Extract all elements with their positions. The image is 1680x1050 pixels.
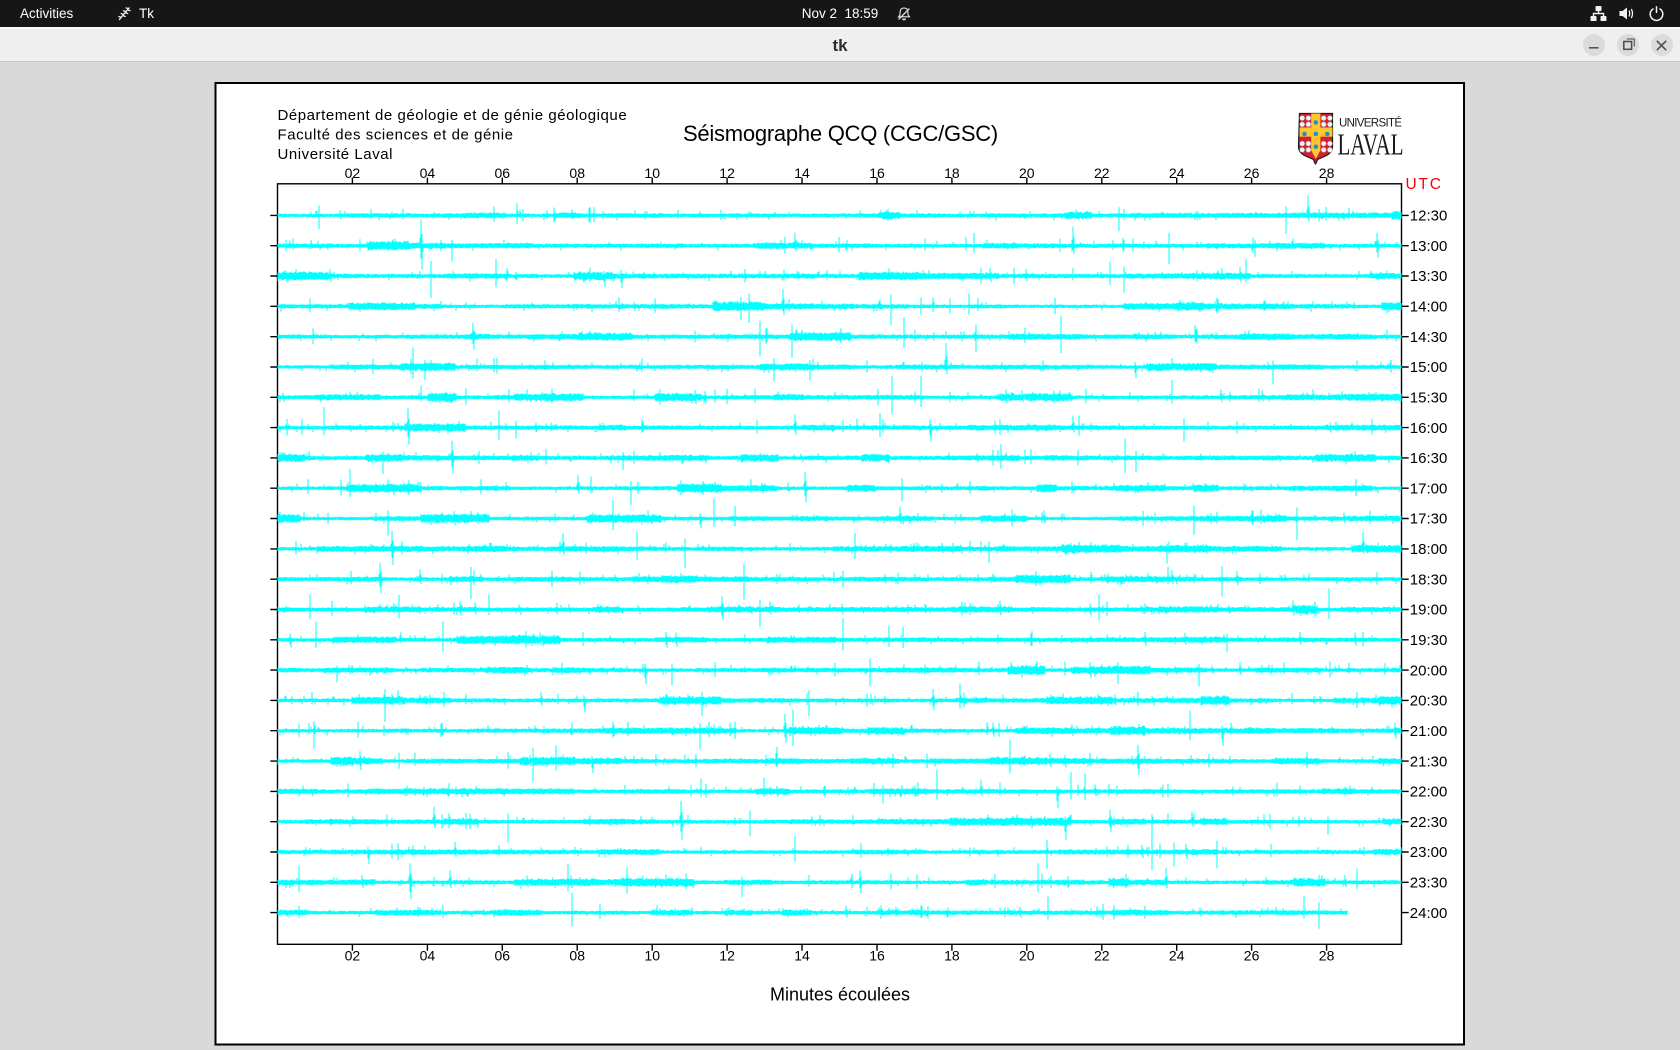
svg-text:21:00: 21:00 (1410, 723, 1448, 740)
svg-text:22:00: 22:00 (1410, 784, 1448, 801)
svg-text:16:30: 16:30 (1410, 450, 1448, 467)
svg-text:12:30: 12:30 (1410, 208, 1448, 225)
svg-text:15:00: 15:00 (1410, 359, 1448, 376)
svg-text:UTC: UTC (1406, 176, 1443, 193)
svg-text:14:30: 14:30 (1410, 329, 1448, 346)
svg-text:19:30: 19:30 (1410, 632, 1448, 649)
svg-text:19:00: 19:00 (1410, 602, 1448, 619)
svg-text:18:00: 18:00 (1410, 541, 1448, 558)
svg-text:20:30: 20:30 (1410, 693, 1448, 710)
svg-text:17:00: 17:00 (1410, 480, 1448, 497)
svg-text:16:00: 16:00 (1410, 420, 1448, 437)
svg-text:Département de géologie et de: Département de géologie et de génie géol… (278, 107, 628, 124)
svg-text:15:30: 15:30 (1410, 390, 1448, 407)
svg-text:24:00: 24:00 (1410, 905, 1448, 922)
svg-text:14:00: 14:00 (1410, 299, 1448, 316)
svg-text:18:30: 18:30 (1410, 571, 1448, 588)
svg-text:20:00: 20:00 (1410, 662, 1448, 679)
svg-text:Faculté des sciences et de gén: Faculté des sciences et de génie (278, 126, 514, 143)
svg-text:LAVAL: LAVAL (1338, 127, 1404, 162)
svg-text:22:30: 22:30 (1410, 814, 1448, 831)
svg-text:17:30: 17:30 (1410, 511, 1448, 528)
svg-text:Université Laval: Université Laval (278, 146, 394, 163)
svg-text:Séismographe QCQ (CGC/GSC): Séismographe QCQ (CGC/GSC) (683, 121, 998, 146)
svg-text:23:00: 23:00 (1410, 844, 1448, 861)
svg-text:21:30: 21:30 (1410, 753, 1448, 770)
svg-text:23:30: 23:30 (1410, 875, 1448, 892)
svg-text:13:00: 13:00 (1410, 238, 1448, 255)
svg-text:Minutes écoulées: Minutes écoulées (770, 984, 910, 1004)
svg-text:13:30: 13:30 (1410, 268, 1448, 285)
